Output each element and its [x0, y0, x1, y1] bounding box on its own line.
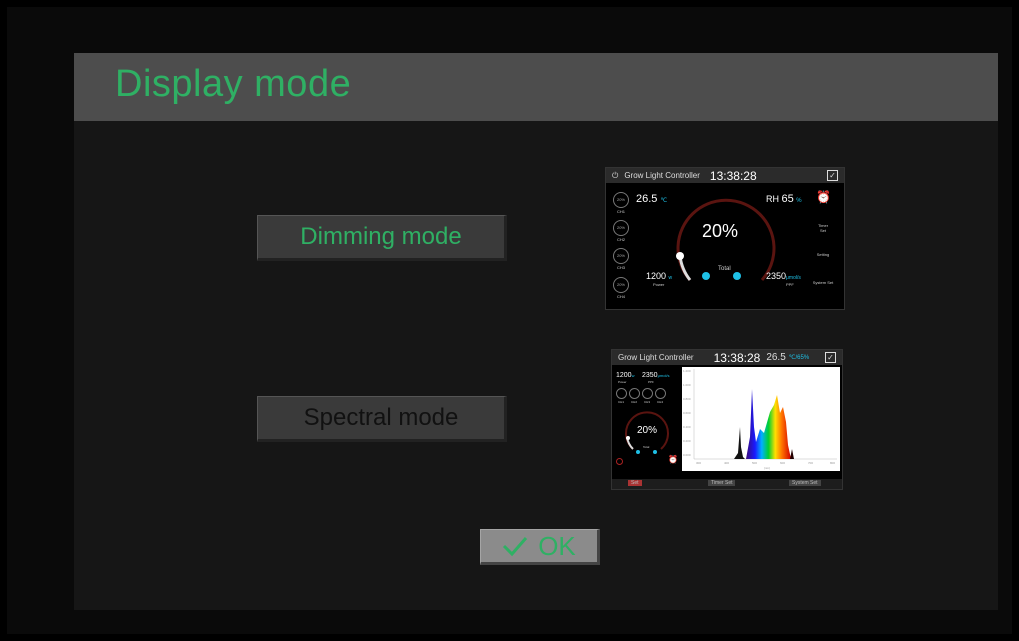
channel-knob: 20%	[613, 192, 629, 208]
check-icon	[503, 537, 528, 557]
power-label: Power	[653, 282, 665, 287]
y-tick: 0.600	[683, 411, 691, 415]
spectral-mode-button[interactable]: Spectral mode	[257, 396, 507, 442]
y-tick: 0.800	[683, 397, 691, 401]
system-set-tab[interactable]: System Set	[789, 480, 821, 486]
channel-label: CH3	[644, 400, 651, 404]
ppf-value: 2350μmol/s	[642, 372, 670, 379]
preview-time: 13:38:28	[709, 168, 757, 183]
preview-bottom-bar: Set Timer Set System Set	[612, 479, 842, 489]
preview-temperature: 26.5	[766, 352, 786, 363]
setting-item[interactable]: Setting	[812, 252, 834, 257]
channel-label: CH2	[631, 400, 638, 404]
dimming-mode-preview[interactable]: ⏻ Grow Light Controller 13:38:28 ✓ 20% C…	[605, 167, 845, 310]
increase-button[interactable]	[733, 272, 741, 280]
channel-knob: 20%	[613, 277, 629, 293]
decrease-button[interactable]	[636, 450, 640, 454]
channel-knob: 20%	[613, 220, 629, 236]
x-tick: 800	[830, 461, 836, 465]
checkbox-icon: ✓	[827, 170, 838, 181]
channel-label: CH4	[657, 400, 664, 404]
title-bar: Display mode	[74, 53, 998, 121]
channel-label: CH2	[617, 237, 626, 242]
device-frame: Display mode Dimming mode Spectral mode …	[7, 7, 1012, 634]
channel-knob	[655, 388, 666, 399]
y-tick: 0.000	[683, 453, 691, 457]
total-label: Total	[718, 266, 731, 272]
y-tick: 0.200	[683, 439, 691, 443]
x-tick: 700	[808, 461, 814, 465]
spectrum-chart: 1.200 1.000 0.800 0.600 0.400 0.200 0.00…	[682, 367, 840, 471]
page-title: Display mode	[115, 63, 352, 105]
channel-knob	[616, 388, 627, 399]
ppf-value: 2350μmol/s	[766, 271, 801, 281]
spectral-mode-preview[interactable]: Grow Light Controller 13:38:28 26.5 ℃/65…	[611, 349, 843, 490]
set-tab[interactable]: Set	[628, 480, 642, 486]
timer-set-item[interactable]: Timer Set	[815, 223, 831, 233]
checkbox-icon: ✓	[825, 352, 836, 363]
x-tick: 600	[780, 461, 786, 465]
preview-header-title: Grow Light Controller	[618, 353, 694, 362]
display-mode-screen: Display mode Dimming mode Spectral mode …	[74, 53, 998, 610]
power-value: 1200w	[616, 372, 635, 379]
channel-label: CH1	[617, 209, 626, 214]
x-tick: 500	[752, 461, 758, 465]
channel-knob	[629, 388, 640, 399]
temperature-value: 26.5 ℃	[636, 193, 668, 205]
dimming-mode-button[interactable]: Dimming mode	[257, 215, 507, 261]
timer-set-tab[interactable]: Timer Set	[708, 480, 736, 486]
y-tick: 0.400	[683, 425, 691, 429]
alarm-clock-icon[interactable]: ⏰	[816, 190, 831, 204]
ppf-label: PPF	[648, 380, 654, 384]
ok-label: OK	[538, 530, 576, 561]
ppf-label: PPF	[786, 282, 794, 287]
channel-label: CH4	[617, 294, 626, 299]
x-tick: 400	[724, 461, 730, 465]
channel-knob: 20%	[613, 248, 629, 264]
power-label: Power	[618, 380, 627, 384]
ok-button[interactable]: OK	[480, 529, 600, 565]
x-tick: 300	[696, 461, 702, 465]
power-icon: ⏻	[612, 170, 619, 180]
decrease-button[interactable]	[702, 272, 710, 280]
preview-header: ⏻ Grow Light Controller 13:38:28 ✓	[606, 168, 844, 183]
y-tick: 1.200	[683, 369, 691, 373]
channel-label: CH1	[618, 400, 625, 404]
total-label: Total	[643, 445, 650, 449]
x-axis-label: (nm)	[764, 466, 771, 470]
channel-label: CH3	[617, 265, 626, 270]
preview-header-title: Grow Light Controller	[624, 171, 700, 180]
power-value: 1200 w	[646, 271, 673, 281]
preview-time: 13:38:28	[713, 350, 761, 365]
dimming-mode-label: Dimming mode	[300, 223, 462, 250]
spectral-mode-label: Spectral mode	[303, 404, 459, 431]
power-off-icon[interactable]	[616, 458, 623, 465]
channel-knob	[642, 388, 653, 399]
total-percent: 20%	[702, 221, 739, 241]
total-percent: 20%	[637, 425, 658, 436]
y-tick: 1.000	[683, 383, 691, 387]
preview-header: Grow Light Controller 13:38:28 26.5 ℃/65…	[612, 350, 842, 365]
alarm-clock-icon[interactable]: ⏰	[668, 455, 678, 464]
spectrum-plot	[693, 369, 837, 460]
total-gauge	[676, 198, 776, 281]
increase-button[interactable]	[653, 450, 657, 454]
preview-rh: ℃/65%	[788, 355, 810, 361]
system-set-item[interactable]: System Set	[812, 280, 834, 285]
